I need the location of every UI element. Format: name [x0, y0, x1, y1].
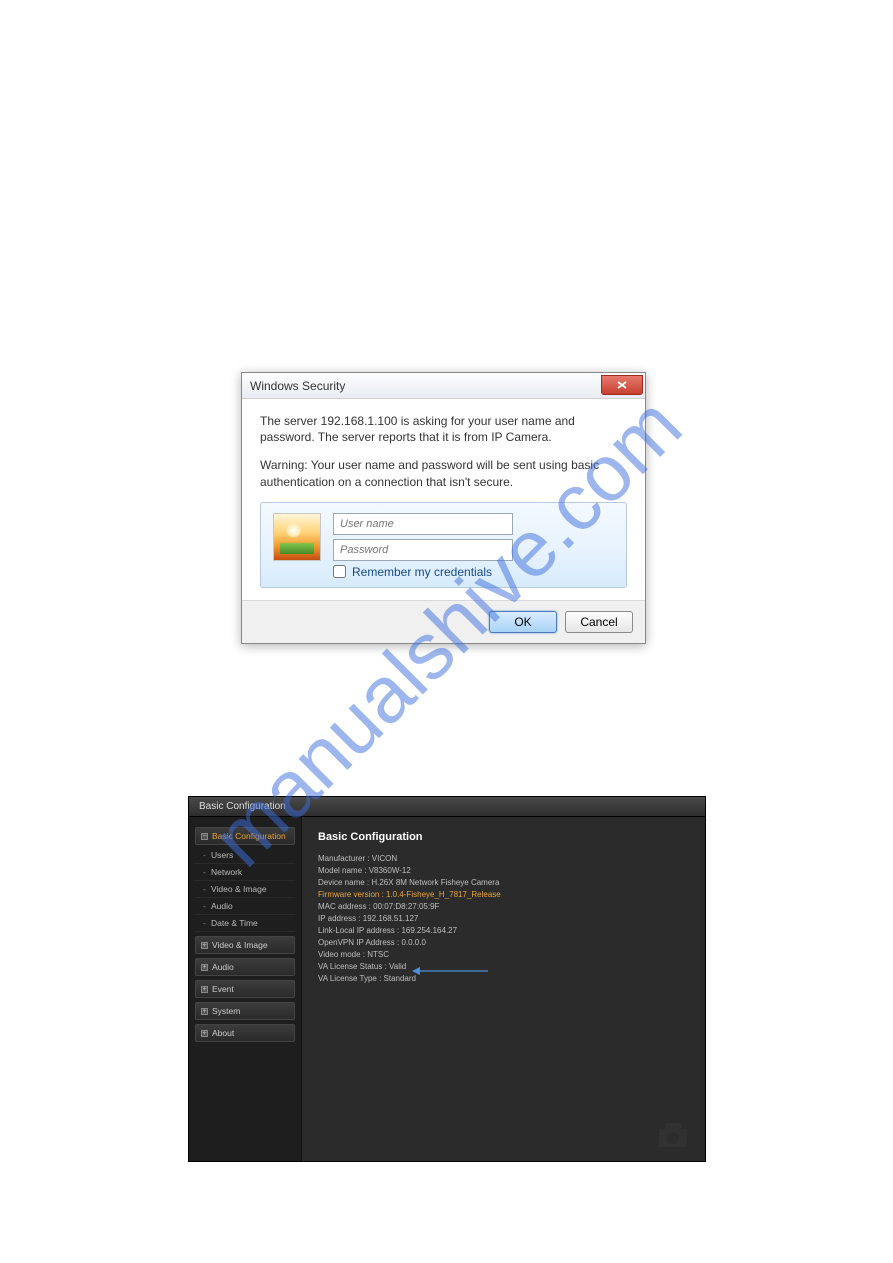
ok-button[interactable]: OK [489, 611, 557, 633]
remember-label: Remember my credentials [352, 565, 492, 579]
sidebar-group-event-label: Event [212, 984, 234, 994]
cancel-button[interactable]: Cancel [565, 611, 633, 633]
plus-icon: + [201, 1030, 208, 1037]
dialog-message-1: The server 192.168.1.100 is asking for y… [260, 413, 627, 445]
sidebar-group-system-label: System [212, 1006, 240, 1016]
plus-icon: + [201, 986, 208, 993]
sidebar-item-date-time[interactable]: Date & Time [195, 915, 295, 932]
sidebar-group-about-label: About [212, 1028, 234, 1038]
config-title: Basic Configuration [199, 801, 286, 812]
credentials-box: Remember my credentials [260, 502, 627, 588]
close-icon [616, 380, 628, 390]
dialog-body: The server 192.168.1.100 is asking for y… [242, 399, 645, 600]
sidebar-group-audio[interactable]: + Audio [195, 958, 295, 976]
dialog-title: Windows Security [250, 379, 345, 393]
plus-icon: + [201, 1008, 208, 1015]
password-input[interactable] [333, 539, 513, 561]
info-line: Video mode : NTSC [318, 949, 689, 961]
info-line: Manufacturer : VICON [318, 853, 689, 865]
dialog-titlebar: Windows Security [242, 373, 645, 399]
sidebar-group-audio-label: Audio [212, 962, 234, 972]
info-line: Link-Local IP address : 169.254.164.27 [318, 925, 689, 937]
dialog-footer: OK Cancel [242, 600, 645, 643]
sidebar-group-about[interactable]: + About [195, 1024, 295, 1042]
plus-icon: + [201, 964, 208, 971]
config-titlebar: Basic Configuration [189, 797, 705, 817]
credential-fields: Remember my credentials [333, 513, 614, 579]
sidebar-group-event[interactable]: + Event [195, 980, 295, 998]
main-heading: Basic Configuration [318, 831, 689, 843]
sidebar-item-users[interactable]: Users [195, 847, 295, 864]
sidebar-basic-label: Basic Configuration [212, 831, 286, 841]
info-line: VA License Status : Valid [318, 961, 689, 973]
sidebar-header-basic[interactable]: − Basic Configuration [195, 827, 295, 845]
info-line: Device name : H.26X 8M Network Fisheye C… [318, 877, 689, 889]
user-avatar-icon [273, 513, 321, 561]
info-line: MAC address : 00:07:D8:27:05:9F [318, 901, 689, 913]
config-body: − Basic Configuration Users Network Vide… [189, 817, 705, 1161]
remember-checkbox[interactable] [333, 565, 346, 578]
config-sidebar: − Basic Configuration Users Network Vide… [189, 817, 301, 1161]
sidebar-group-video-label: Video & Image [212, 940, 268, 950]
remember-row[interactable]: Remember my credentials [333, 565, 614, 579]
windows-security-dialog: Windows Security The server 192.168.1.10… [241, 372, 646, 644]
info-line: Firmware version : 1.0.4-Fisheye_H_7817_… [318, 889, 689, 901]
camera-logo-icon [653, 1117, 693, 1151]
minus-icon: − [201, 833, 208, 840]
sidebar-item-video-image[interactable]: Video & Image [195, 881, 295, 898]
info-line: OpenVPN IP Address : 0.0.0.0 [318, 937, 689, 949]
sidebar-group-video[interactable]: + Video & Image [195, 936, 295, 954]
close-button[interactable] [601, 375, 643, 395]
sidebar-group-system[interactable]: + System [195, 1002, 295, 1020]
info-line: IP address : 192.168.51.127 [318, 913, 689, 925]
dialog-warning: Warning: Your user name and password wil… [260, 457, 627, 489]
sidebar-item-network[interactable]: Network [195, 864, 295, 881]
info-lines: Manufacturer : VICONModel name : V8360W-… [318, 853, 689, 985]
info-line: Model name : V8360W-12 [318, 865, 689, 877]
sidebar-item-audio[interactable]: Audio [195, 898, 295, 915]
config-panel: Basic Configuration − Basic Configuratio… [188, 796, 706, 1162]
username-input[interactable] [333, 513, 513, 535]
config-main: Basic Configuration Manufacturer : VICON… [301, 817, 705, 1161]
info-line: VA License Type : Standard [318, 973, 689, 985]
plus-icon: + [201, 942, 208, 949]
